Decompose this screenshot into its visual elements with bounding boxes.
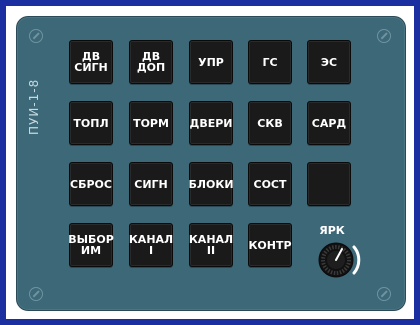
button-sard[interactable]: САРД (307, 101, 351, 145)
screw-icon (377, 29, 391, 43)
brightness-knob-icon[interactable] (314, 235, 362, 283)
screw-icon (29, 29, 43, 43)
button-vybor-im[interactable]: ВЫБОР ИМ (68, 223, 114, 267)
screw-icon (377, 287, 391, 301)
button-sign[interactable]: СИГН (129, 162, 173, 206)
screw-icon (29, 287, 43, 301)
button-kanal-2[interactable]: КАНАЛ II (189, 223, 233, 267)
button-sost[interactable]: СОСТ (248, 162, 292, 206)
panel-label: ПУИ-1-8 (27, 78, 41, 136)
button-dv-sign[interactable]: ДВ СИГН (69, 40, 113, 84)
button-gs[interactable]: ГС (248, 40, 292, 84)
button-dveri[interactable]: ДВЕРИ (189, 101, 233, 145)
button-es[interactable]: ЭС (307, 40, 351, 84)
button-skv[interactable]: СКВ (248, 101, 292, 145)
button-kanal-1[interactable]: КАНАЛ I (129, 223, 173, 267)
button-torm[interactable]: ТОРМ (129, 101, 173, 145)
button-kontr[interactable]: КОНТР (248, 223, 292, 267)
button-upr[interactable]: УПР (189, 40, 233, 84)
button-topl[interactable]: ТОПЛ (69, 101, 113, 145)
button-sbros[interactable]: СБРОС (69, 162, 113, 206)
button-blank[interactable] (307, 162, 351, 206)
button-bloki[interactable]: БЛОКИ (188, 162, 234, 206)
control-panel: ПУИ-1-8 ДВ СИГН ДВ ДОП УПР ГС ЭС ТОПЛ ТО… (16, 16, 406, 311)
button-dv-dop[interactable]: ДВ ДОП (129, 40, 173, 84)
